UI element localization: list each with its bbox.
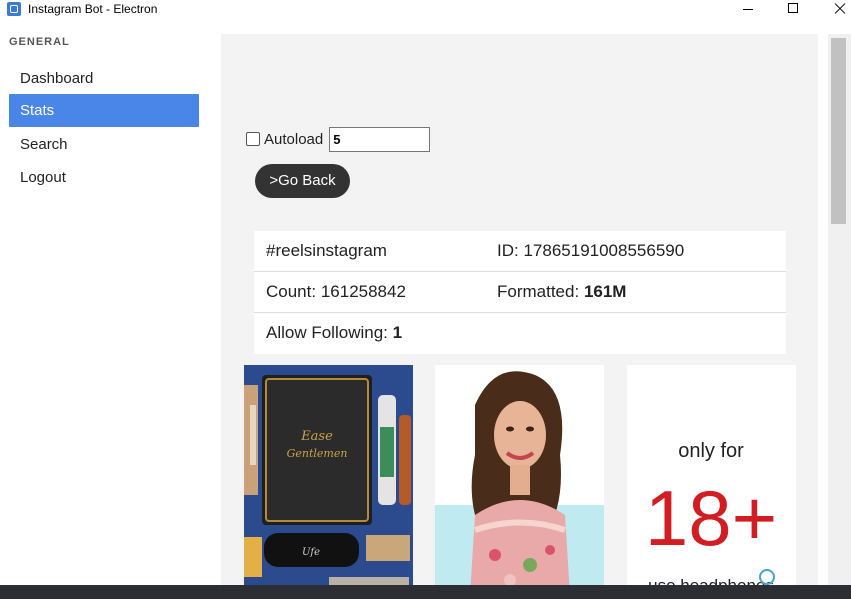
hashtag-name: #reelsinstagram bbox=[266, 241, 387, 260]
autoload-label: Autoload bbox=[264, 130, 324, 148]
post-count: Count: 161258842 bbox=[266, 282, 406, 302]
sidebar-heading: GENERAL bbox=[9, 36, 70, 48]
taskbar-strip bbox=[0, 585, 851, 599]
woman-portrait-illustration bbox=[435, 365, 604, 585]
age-warning-illustration: only for 18+ use headphones bbox=[627, 365, 796, 585]
allow-following: Allow Following: 1 bbox=[266, 323, 402, 343]
count-value: 161258842 bbox=[320, 282, 406, 301]
allow-following-label: Allow Following: bbox=[266, 323, 388, 342]
minimize-button[interactable] bbox=[724, 0, 770, 19]
sidebar-item-logout[interactable]: Logout bbox=[9, 161, 199, 194]
go-back-button[interactable]: >Go Back bbox=[255, 164, 350, 198]
sidebar-item-dashboard[interactable]: Dashboard bbox=[9, 62, 199, 95]
vertical-scrollbar[interactable] bbox=[828, 34, 851, 585]
title-bar: Instagram Bot - Electron bbox=[0, 0, 851, 19]
age-warning-line2: 18+ bbox=[645, 474, 777, 562]
product-box-image[interactable]: Ease Gentlemen Ufe bbox=[244, 365, 413, 585]
info-row: #reelsinstagram ID: 17865191008556590 bbox=[254, 231, 786, 272]
sidebar-item-search[interactable]: Search bbox=[9, 128, 199, 161]
autoload-row: Autoload bbox=[246, 126, 431, 152]
product-box-illustration: Ease Gentlemen Ufe bbox=[244, 365, 413, 585]
only-for-18-plus-image[interactable]: only for 18+ use headphones bbox=[627, 365, 796, 585]
woman-portrait-image[interactable] bbox=[435, 365, 604, 585]
id-label: ID: bbox=[497, 241, 519, 260]
post-thumbnails: Ease Gentlemen Ufe only for 18+ bbox=[244, 365, 804, 585]
sidebar: GENERAL Dashboard Stats Search Logout bbox=[0, 19, 221, 585]
autoload-checkbox[interactable] bbox=[246, 132, 260, 146]
maximize-button[interactable] bbox=[770, 0, 816, 19]
count-label: Count: bbox=[266, 282, 317, 301]
hashtag-info-table: #reelsinstagram ID: 17865191008556590 Co… bbox=[254, 231, 786, 354]
info-row: Count: 161258842 Formatted: 161M bbox=[254, 272, 786, 313]
hashtag-id: ID: 17865191008556590 bbox=[497, 241, 684, 261]
autoload-count-input[interactable] bbox=[329, 126, 431, 152]
svg-text:Ease: Ease bbox=[300, 429, 333, 444]
formatted-value: 161M bbox=[583, 282, 627, 301]
age-warning-line3: use headphones bbox=[648, 576, 774, 585]
svg-text:Gentlemen: Gentlemen bbox=[287, 447, 348, 460]
age-warning-line1: only for bbox=[678, 440, 744, 462]
sidebar-item-stats[interactable]: Stats bbox=[9, 94, 199, 127]
id-value: 17865191008556590 bbox=[523, 241, 685, 260]
scrollbar-thumb[interactable] bbox=[831, 38, 846, 224]
main-content: Autoload >Go Back #reelsinstagram ID: 17… bbox=[221, 34, 818, 585]
svg-text:Ufe: Ufe bbox=[302, 547, 320, 558]
allow-following-value: 1 bbox=[392, 323, 403, 342]
formatted-count: Formatted: 161M bbox=[497, 282, 626, 302]
window-title: Instagram Bot - Electron bbox=[28, 2, 158, 16]
info-row: Allow Following: 1 bbox=[254, 313, 786, 354]
formatted-label: Formatted: bbox=[497, 282, 580, 301]
app-icon bbox=[7, 2, 21, 16]
close-button[interactable] bbox=[815, 0, 851, 19]
